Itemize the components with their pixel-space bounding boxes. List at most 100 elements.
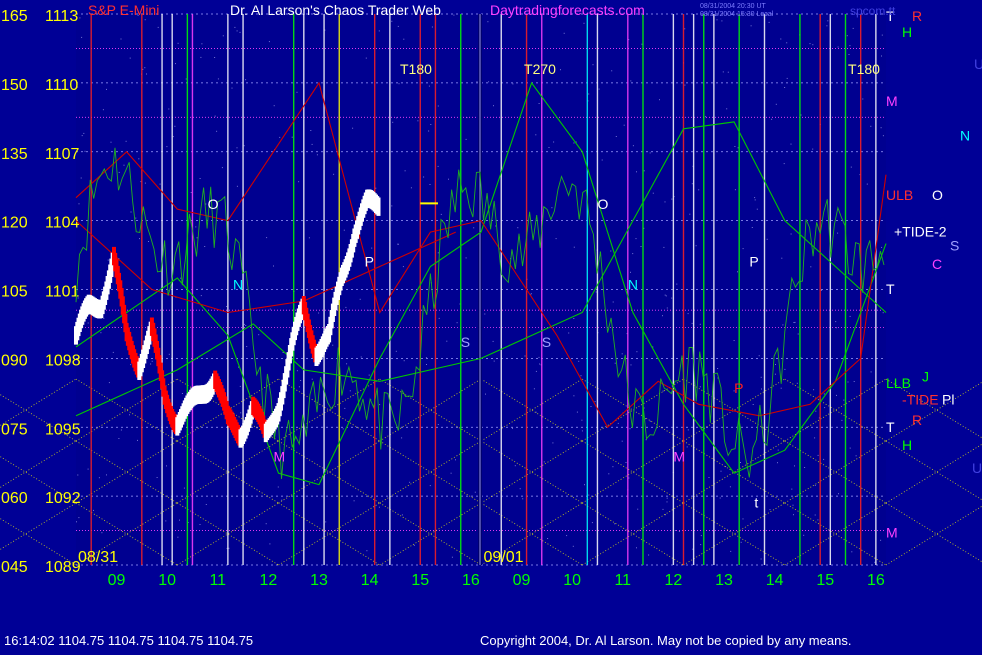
star-dot (244, 323, 245, 325)
price-tick-label: 1095 (45, 421, 81, 438)
star-dot (786, 42, 788, 44)
star-dot (784, 368, 786, 370)
star-dot (112, 351, 114, 353)
star-dot (246, 346, 248, 347)
star-dot (201, 43, 203, 45)
star-dot (98, 477, 100, 479)
star-dot (156, 477, 158, 478)
star-dot (465, 138, 467, 140)
star-dot (630, 364, 632, 366)
star-dot (699, 386, 701, 388)
star-dot (659, 99, 660, 101)
star-dot (637, 508, 639, 510)
footer-quote: 16:14:02 1104.75 1104.75 1104.75 1104.75 (4, 633, 253, 648)
star-dot (786, 77, 788, 79)
right-axis-letter: H (902, 437, 912, 453)
angle-tick-label: 090 (1, 352, 28, 369)
star-dot (880, 127, 882, 129)
star-dot (298, 181, 300, 183)
star-dot (484, 313, 486, 315)
price-tick-label: 1092 (45, 490, 81, 507)
chart-label: N (233, 277, 243, 293)
star-dot (401, 437, 403, 439)
star-dot (456, 322, 458, 324)
star-dot (493, 105, 494, 107)
star-dot (404, 170, 406, 172)
star-dot (157, 26, 159, 28)
angle-tick-label: 150 (1, 77, 28, 94)
star-dot (426, 364, 427, 365)
star-dot (771, 118, 773, 120)
star-dot (734, 189, 736, 191)
star-dot (239, 31, 241, 33)
star-dot (717, 368, 719, 369)
star-dot (296, 370, 298, 372)
x-hour-label: 15 (411, 572, 429, 589)
footer-copyright: Copyright 2004, Dr. Al Larson. May not b… (480, 633, 851, 648)
star-dot (836, 327, 837, 329)
star-dot (664, 201, 666, 203)
star-dot (572, 545, 574, 547)
star-dot (837, 232, 839, 234)
star-dot (180, 277, 182, 279)
star-dot (595, 291, 597, 293)
right-axis-letter: S (950, 237, 959, 253)
star-dot (790, 233, 792, 235)
star-dot (838, 493, 839, 495)
star-dot (636, 351, 638, 353)
star-dot (118, 438, 120, 439)
star-dot (662, 508, 664, 510)
star-dot (81, 36, 83, 38)
star-dot (775, 364, 776, 365)
star-dot (428, 130, 430, 132)
star-dot (874, 561, 876, 563)
star-dot (437, 424, 439, 425)
star-dot (800, 114, 802, 116)
star-dot (150, 363, 152, 365)
star-dot (666, 497, 668, 499)
star-dot (379, 404, 381, 406)
star-dot (437, 252, 439, 254)
star-dot (175, 63, 176, 65)
price-tick-label: 1089 (45, 559, 81, 576)
star-dot (817, 519, 819, 521)
star-dot (342, 428, 344, 430)
star-dot (448, 178, 449, 180)
star-dot (671, 297, 673, 299)
header-brand: spcom.tt (850, 4, 896, 18)
star-dot (236, 147, 238, 149)
star-dot (359, 298, 361, 300)
star-dot (754, 199, 756, 201)
x-hour-label: 13 (715, 572, 733, 589)
star-dot (519, 488, 521, 490)
star-dot (643, 170, 645, 172)
star-dot (568, 332, 570, 334)
star-dot (144, 67, 146, 69)
star-dot (751, 227, 753, 228)
star-dot (636, 171, 637, 173)
star-dot (730, 550, 732, 552)
star-dot (148, 241, 149, 242)
star-dot (144, 182, 146, 184)
star-dot (573, 318, 575, 319)
star-dot (766, 238, 768, 240)
chart-svg: 165 1113150 1110135 1107120 1104105 1101090 10… (0, 0, 982, 650)
star-dot (476, 81, 478, 83)
star-dot (453, 14, 455, 16)
star-dot (308, 237, 310, 239)
star-dot (129, 414, 130, 416)
star-dot (535, 134, 537, 136)
right-axis-letter: O (932, 187, 943, 203)
star-dot (581, 419, 583, 421)
chart-label: P (365, 254, 374, 270)
star-dot (812, 44, 814, 46)
star-dot (847, 381, 849, 383)
star-dot (78, 203, 80, 205)
star-dot (881, 55, 882, 57)
star-dot (583, 22, 585, 24)
star-dot (880, 539, 882, 541)
right-axis-letter: N (960, 127, 970, 143)
star-dot (563, 32, 565, 34)
star-dot (882, 312, 884, 314)
star-dot (870, 371, 872, 373)
